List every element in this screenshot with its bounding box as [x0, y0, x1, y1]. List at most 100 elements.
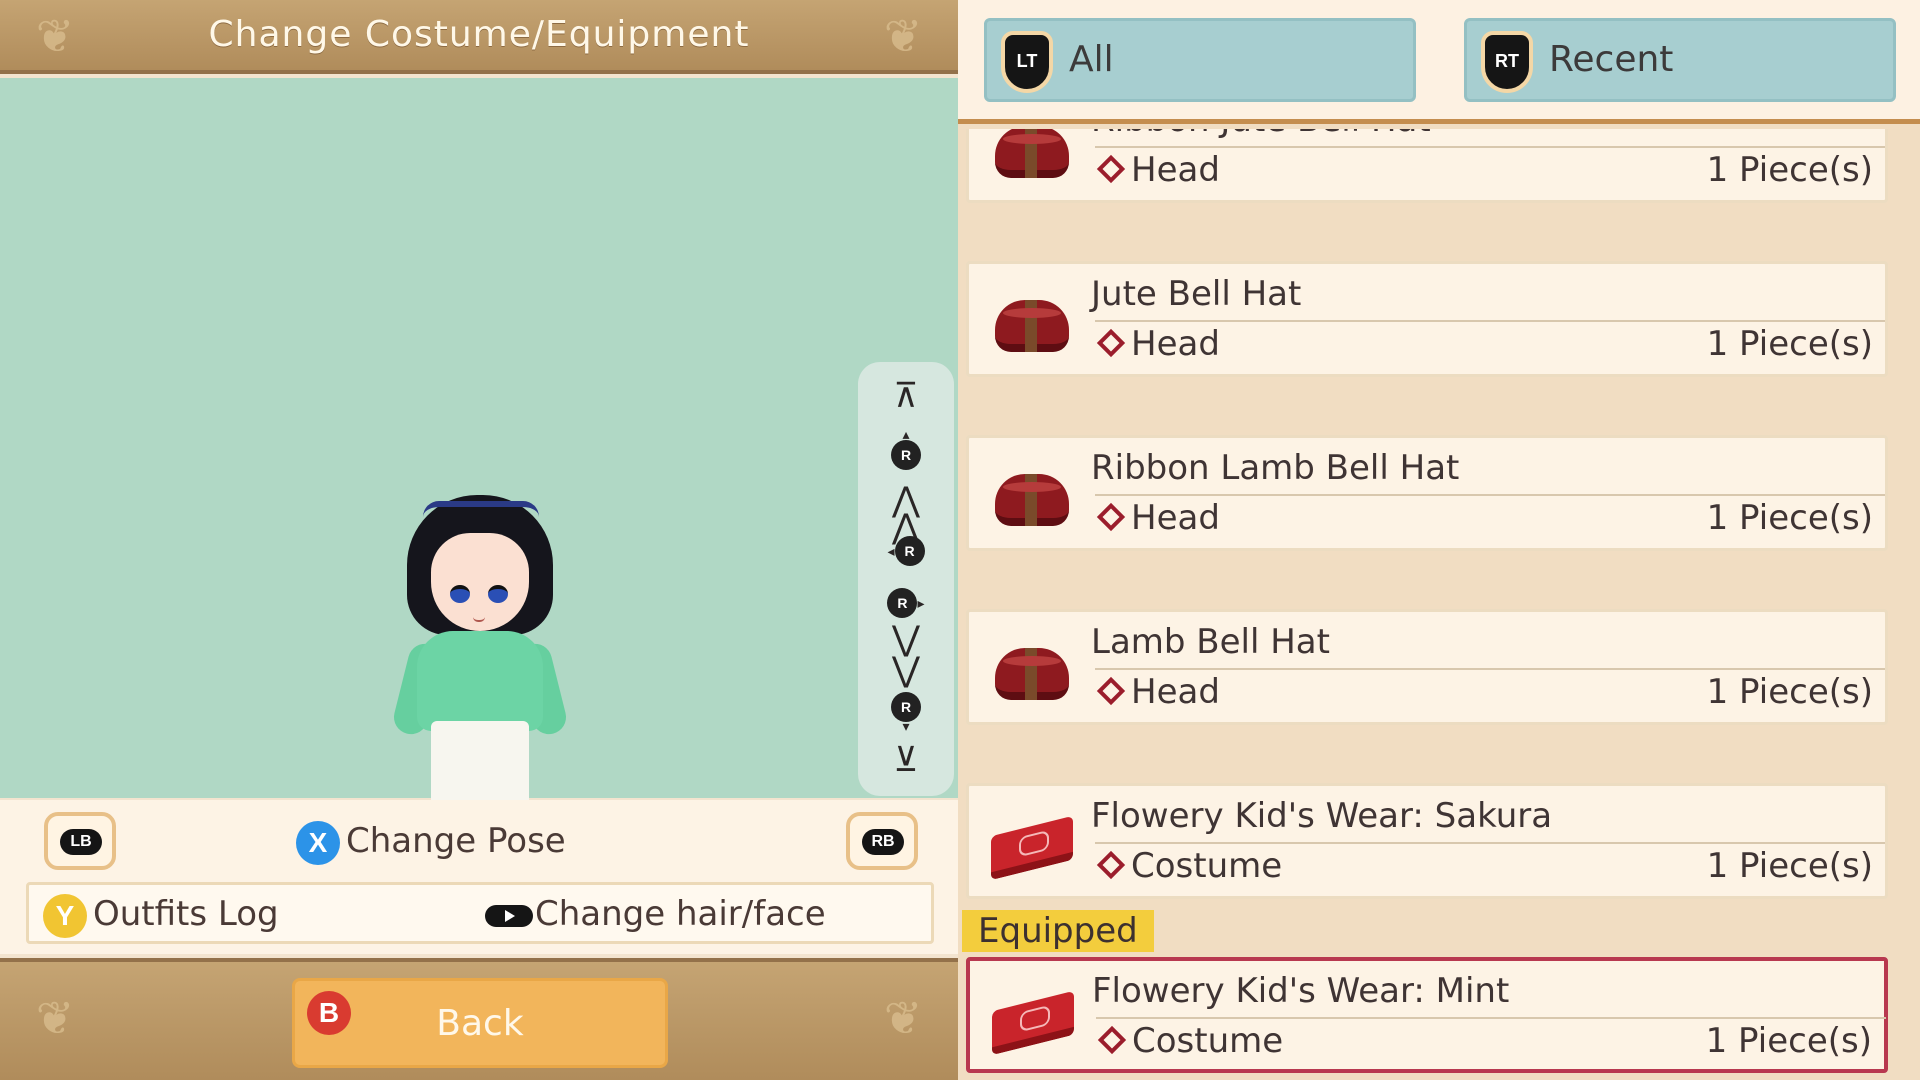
tab-all-label: All	[1069, 39, 1114, 80]
list-item[interactable]: Flowery Kid's Wear: Sakura Costume 1 Pie…	[966, 783, 1888, 899]
hatbox-icon	[991, 129, 1075, 180]
lb-label: LB	[60, 829, 102, 855]
change-hair-face-label: Change hair/face	[535, 894, 826, 934]
r-stick-icon: R	[894, 536, 925, 566]
right-stick-icon	[485, 904, 533, 927]
item-divider	[1095, 494, 1885, 496]
zoom-out-icon[interactable]: ⋁ ⋁	[858, 619, 954, 690]
zoom-in-icon[interactable]: ⋀ ⋀	[858, 480, 954, 547]
arrow-right-icon: ▸	[917, 596, 925, 612]
character-model[interactable]	[390, 493, 570, 845]
item-divider	[1096, 1017, 1886, 1019]
preview-panel: ❦ Change Costume/Equipment ❦ ⊼ ▴ R ⋀ ⋀ ◂ R …	[0, 0, 958, 1080]
hatbox-icon	[991, 464, 1075, 528]
camera-down-icon[interactable]: R ▾	[858, 692, 954, 735]
zoom-out-max-icon[interactable]: ⊻	[858, 740, 954, 780]
tab-recent-label: Recent	[1549, 39, 1674, 80]
lt-button-icon: LT	[1001, 31, 1053, 93]
change-hair-face-button[interactable]: Change hair/face	[485, 891, 826, 937]
lb-button[interactable]: LB	[44, 812, 116, 870]
back-button[interactable]: B Back	[292, 978, 668, 1068]
r-stick-icon: R	[887, 588, 918, 618]
ornament-icon: ❦	[883, 9, 923, 63]
ornament-icon: ❦	[883, 991, 923, 1045]
diamond-icon	[1097, 1025, 1127, 1055]
diamond-icon	[1096, 502, 1126, 532]
item-category-label: Costume	[1131, 846, 1283, 886]
item-quantity: 1 Piece(s)	[1706, 150, 1873, 190]
tab-recent[interactable]: RT Recent	[1464, 18, 1896, 102]
diamond-icon	[1096, 328, 1126, 358]
camera-up-icon[interactable]: ▴ R	[858, 427, 954, 470]
footer-bar: ❦ B Back ❦	[0, 958, 958, 1080]
rb-button[interactable]: RB	[846, 812, 918, 870]
list-item[interactable]: Jute Bell Hat Head 1 Piece(s)	[966, 261, 1888, 377]
zoom-out-max-glyph: ⊻	[893, 740, 919, 780]
ornament-icon: ❦	[35, 991, 75, 1045]
diamond-icon	[1096, 850, 1126, 880]
character-eye	[488, 585, 508, 603]
list-item[interactable]: Ribbon Lamb Bell Hat Head 1 Piece(s)	[966, 435, 1888, 551]
filter-tabs: LT All RT Recent	[958, 0, 1920, 124]
list-item[interactable]: Lamb Bell Hat Head 1 Piece(s)	[966, 609, 1888, 725]
character-eye	[450, 585, 470, 603]
item-category: Costume	[1096, 1021, 1283, 1061]
item-name: Flowery Kid's Wear: Sakura	[1091, 796, 1553, 836]
hatbox-icon	[991, 638, 1075, 702]
item-category: Head	[1095, 324, 1220, 364]
character-jacket	[417, 631, 543, 731]
y-button-icon: Y	[43, 893, 87, 938]
rb-label: RB	[862, 829, 904, 855]
item-category: Head	[1095, 672, 1220, 712]
rotate-left-icon[interactable]: ◂ R	[858, 536, 954, 566]
rotate-right-icon[interactable]: R ▸	[858, 588, 954, 618]
item-panel: LT All RT Recent Ribbon Jute Bell Hat He…	[958, 0, 1920, 1080]
item-category-label: Head	[1131, 672, 1220, 712]
arrow-up-icon: ▴	[902, 427, 910, 443]
item-name: Jute Bell Hat	[1091, 274, 1302, 314]
item-divider	[1095, 320, 1885, 322]
item-category-label: Costume	[1132, 1021, 1284, 1061]
character-viewport[interactable]	[0, 78, 958, 845]
zoom-in-max-glyph: ⊼	[893, 376, 919, 416]
page-title: Change Costume/Equipment	[208, 14, 750, 55]
arrow-left-icon: ◂	[887, 544, 895, 560]
zoom-out-glyph: ⋁	[892, 650, 920, 690]
costume-box-icon	[991, 812, 1075, 881]
item-name: Ribbon Jute Bell Hat	[1091, 129, 1431, 140]
zoom-in-max-icon[interactable]: ⊼	[858, 376, 954, 416]
zoom-in-glyph-2: ⋀	[892, 507, 920, 547]
change-pose-label: Change Pose	[346, 821, 566, 861]
back-label: Back	[436, 1003, 524, 1044]
item-name: Flowery Kid's Wear: Mint	[1092, 971, 1510, 1011]
item-category-label: Head	[1131, 150, 1220, 190]
hatbox-icon	[991, 290, 1075, 354]
item-name: Lamb Bell Hat	[1091, 622, 1330, 662]
item-divider	[1095, 668, 1885, 670]
item-divider	[1095, 842, 1885, 844]
item-category: Head	[1095, 150, 1220, 190]
item-category: Head	[1095, 498, 1220, 538]
control-bar: LB X Change Pose RB Y Outfits Log Change h…	[0, 800, 958, 954]
item-category-label: Head	[1131, 324, 1220, 364]
outfits-log-button[interactable]: Y Outfits Log	[43, 891, 279, 938]
diamond-icon	[1096, 154, 1126, 184]
x-button-icon: X	[296, 820, 340, 865]
item-list: Ribbon Jute Bell Hat Head 1 Piece(s) Jut…	[958, 129, 1894, 1080]
diamond-icon	[1096, 676, 1126, 706]
item-divider	[1095, 146, 1885, 148]
costume-box-icon	[992, 987, 1076, 1056]
item-quantity: 1 Piece(s)	[1706, 672, 1873, 712]
character-hairband	[423, 501, 539, 517]
list-item-selected[interactable]: Flowery Kid's Wear: Mint Costume 1 Piece…	[966, 957, 1888, 1073]
zoom-out-glyph-2: ⋁	[892, 619, 920, 659]
item-category: Costume	[1095, 846, 1282, 886]
r-stick-icon: R	[891, 692, 921, 722]
item-name: Ribbon Lamb Bell Hat	[1091, 448, 1460, 488]
tab-all[interactable]: LT All	[984, 18, 1416, 102]
arrow-down-icon: ▾	[902, 719, 910, 735]
item-quantity: 1 Piece(s)	[1706, 498, 1873, 538]
change-pose-button[interactable]: X Change Pose	[296, 818, 566, 865]
list-item[interactable]: Ribbon Jute Bell Hat Head 1 Piece(s)	[966, 129, 1888, 203]
camera-controls: ⊼ ▴ R ⋀ ⋀ ◂ R R ▸ ⋁ ⋁ R ▾ ⊻	[858, 362, 954, 796]
